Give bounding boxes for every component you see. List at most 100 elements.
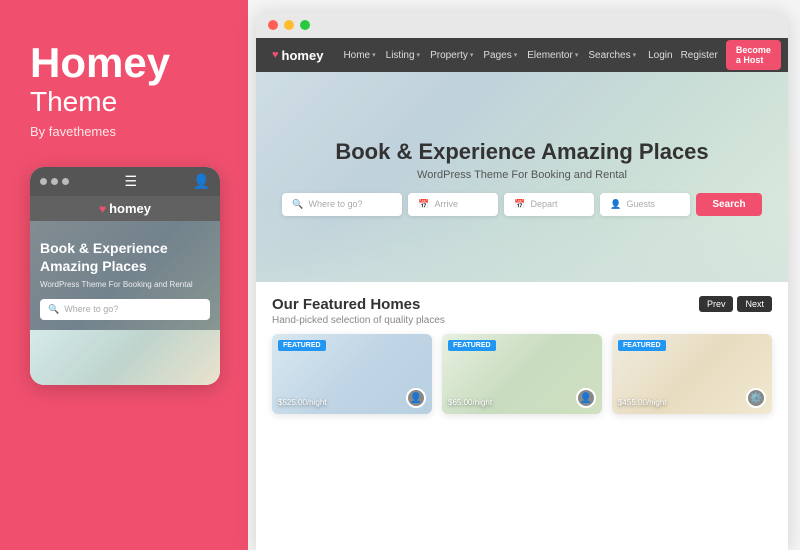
nav-listing-caret: ▾	[417, 51, 421, 59]
nav-elementor-caret: ▾	[575, 51, 579, 59]
mobile-chrome: ☰ 👤	[30, 167, 220, 196]
nav-searches[interactable]: Searches ▾	[588, 50, 636, 61]
site-hero: Book & Experience Amazing Places WordPre…	[256, 72, 788, 282]
nav-elementor-label: Elementor	[527, 50, 573, 61]
hero-search-bar: 🔍 Where to go? 📅 Arrive 📅 Depart 👤 Guest…	[282, 193, 761, 216]
left-panel: Homey Theme By favethemes ☰ 👤 ♥ homey Bo…	[0, 0, 248, 550]
card-badge-3: FEATURED	[618, 340, 666, 351]
card-period-1: /night	[307, 398, 327, 407]
hero-content: Book & Experience Amazing Places WordPre…	[335, 139, 708, 181]
nav-property-label: Property	[430, 50, 468, 61]
dot-green	[62, 178, 69, 185]
card-period-3: /night	[647, 398, 667, 407]
nav-searches-label: Searches	[588, 50, 630, 61]
nav-links: Home ▾ Listing ▾ Property ▾ Pages ▾ Elem…	[343, 50, 636, 61]
next-button[interactable]: Next	[737, 296, 772, 312]
card-avatar-2: 👤	[576, 388, 596, 408]
site-logo-text: homey	[282, 48, 324, 63]
chrome-dot-green	[300, 20, 310, 30]
nav-listing-label: Listing	[386, 50, 415, 61]
chrome-dot-yellow	[284, 20, 294, 30]
mobile-search-placeholder: Where to go?	[64, 304, 118, 314]
hero-title: Book & Experience Amazing Places	[335, 139, 708, 165]
property-card-1[interactable]: FEATURED $525.00/night 👤	[272, 334, 432, 414]
dot-red	[40, 178, 47, 185]
featured-header-text: Our Featured Homes Hand-picked selection…	[272, 296, 445, 326]
search-where-icon: 🔍	[292, 199, 303, 210]
card-badge-1: FEATURED	[278, 340, 326, 351]
right-panel: ♥ homey Home ▾ Listing ▾ Property ▾ Page…	[256, 12, 788, 550]
search-arrive-field[interactable]: 📅 Arrive	[408, 193, 498, 216]
nav-searches-caret: ▾	[633, 51, 637, 59]
nav-home-label: Home	[343, 50, 370, 61]
property-card-3[interactable]: FEATURED $455.00/night ⚙️	[612, 334, 772, 414]
logo-heart-icon: ♥	[272, 49, 279, 61]
chrome-dot-red	[268, 20, 278, 30]
property-card-2[interactable]: FEATURED $65.00/night 👤	[442, 334, 602, 414]
theme-author: By favethemes	[30, 124, 116, 139]
property-cards-row: FEATURED $525.00/night 👤 FEATURED $65.00…	[272, 334, 772, 414]
card-price-2: $65.00/night	[448, 396, 492, 408]
search-where-placeholder: Where to go?	[309, 199, 363, 209]
mobile-hero-title: Book & ExperienceAmazing Places	[40, 239, 210, 275]
search-depart-field[interactable]: 📅 Depart	[504, 193, 594, 216]
browser-chrome	[256, 12, 788, 38]
mobile-search-icon: 🔍	[48, 304, 59, 315]
become-host-button[interactable]: Become a Host	[726, 40, 781, 70]
search-arrive-icon: 📅	[418, 199, 429, 210]
site-navbar: ♥ homey Home ▾ Listing ▾ Property ▾ Page…	[256, 38, 788, 72]
mobile-navbar: ♥ homey	[30, 196, 220, 221]
featured-section: Our Featured Homes Hand-picked selection…	[256, 282, 788, 424]
nav-pages-caret: ▾	[514, 51, 518, 59]
nav-arrows: Prev Next	[699, 296, 772, 312]
mobile-hero-image	[30, 330, 220, 385]
hero-subtitle: WordPress Theme For Booking and Rental	[335, 169, 708, 181]
search-guests-field[interactable]: 👤 Guests	[600, 193, 690, 216]
mobile-dots	[40, 178, 69, 185]
search-arrive-placeholder: Arrive	[435, 199, 459, 209]
search-where-field[interactable]: 🔍 Where to go?	[282, 193, 402, 216]
mobile-hero: Book & ExperienceAmazing Places WordPres…	[30, 221, 220, 329]
user-icon: 👤	[193, 173, 210, 190]
nav-listing[interactable]: Listing ▾	[386, 50, 420, 61]
nav-home[interactable]: Home ▾	[343, 50, 375, 61]
prev-button[interactable]: Prev	[699, 296, 734, 312]
nav-pages[interactable]: Pages ▾	[483, 50, 517, 61]
featured-subtitle: Hand-picked selection of quality places	[272, 315, 445, 326]
card-avatar-3: ⚙️	[746, 388, 766, 408]
nav-home-caret: ▾	[372, 51, 376, 59]
featured-title: Our Featured Homes	[272, 296, 445, 313]
nav-register[interactable]: Register	[681, 50, 718, 61]
search-button[interactable]: Search	[696, 193, 761, 216]
site-logo[interactable]: ♥ homey	[272, 48, 323, 63]
card-badge-2: FEATURED	[448, 340, 496, 351]
card-price-1: $525.00/night	[278, 396, 327, 408]
search-depart-icon: 📅	[514, 199, 525, 210]
dot-yellow	[51, 178, 58, 185]
card-period-2: /night	[472, 398, 492, 407]
nav-actions: Login Register Become a Host	[648, 40, 781, 70]
card-image-2: FEATURED $65.00/night 👤	[442, 334, 602, 414]
search-guests-placeholder: Guests	[627, 199, 656, 209]
mobile-hero-overlay	[30, 330, 220, 385]
search-guests-icon: 👤	[610, 199, 621, 210]
nav-elementor[interactable]: Elementor ▾	[527, 50, 578, 61]
nav-login[interactable]: Login	[648, 50, 672, 61]
nav-pages-label: Pages	[483, 50, 511, 61]
mobile-search-bar[interactable]: 🔍 Where to go?	[40, 299, 210, 320]
nav-property-caret: ▾	[470, 51, 474, 59]
mobile-mockup: ☰ 👤 ♥ homey Book & ExperienceAmazing Pla…	[30, 167, 220, 384]
mobile-hero-subtitle: WordPress Theme For Booking and Rental	[40, 280, 210, 289]
search-depart-placeholder: Depart	[531, 199, 558, 209]
card-image-1: FEATURED $525.00/night 👤	[272, 334, 432, 414]
theme-subtitle: Theme	[30, 86, 117, 118]
heart-icon: ♥	[99, 202, 106, 216]
hamburger-icon: ☰	[125, 173, 138, 190]
mobile-logo-text: homey	[109, 201, 151, 216]
card-price-3: $455.00/night	[618, 396, 667, 408]
card-image-3: FEATURED $455.00/night ⚙️	[612, 334, 772, 414]
nav-property[interactable]: Property ▾	[430, 50, 473, 61]
mobile-logo: ♥ homey	[99, 201, 151, 216]
theme-title: Homey	[30, 40, 170, 86]
card-avatar-1: 👤	[406, 388, 426, 408]
